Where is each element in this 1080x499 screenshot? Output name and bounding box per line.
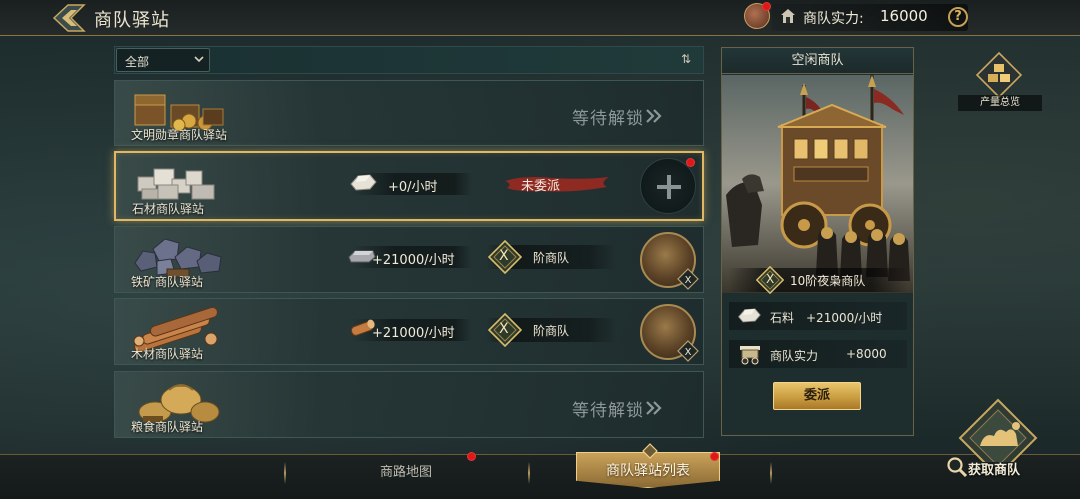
notification-dot	[762, 2, 771, 11]
unassigned-status: 未委派	[521, 179, 561, 194]
station-name: 粮食商队驿站	[131, 420, 204, 434]
tier-label: 阶商队	[533, 251, 570, 265]
svg-text:X: X	[685, 347, 692, 358]
double-chevron-right-icon	[646, 109, 662, 123]
tab-gem-icon	[642, 443, 658, 459]
tier-label: 阶商队	[533, 324, 570, 338]
power-label: 商队实力:	[803, 11, 864, 27]
notification-dot	[710, 452, 719, 461]
sort-icon[interactable]: ⇅	[681, 52, 691, 66]
tier-numeral: X	[499, 248, 509, 264]
notification-dot	[686, 158, 695, 167]
notification-dot	[467, 452, 476, 461]
wagon-icon	[740, 346, 760, 365]
caravan-wagon-illustration	[722, 75, 913, 293]
magnifier-icon	[947, 457, 968, 478]
station-name: 木材商队驿站	[131, 347, 204, 361]
power-value: 16000	[880, 7, 928, 25]
locked-status: 等待解锁	[572, 109, 644, 129]
tab-divider	[528, 462, 530, 484]
production-rate: +0/小时	[388, 180, 438, 195]
tier-x-mini-icon: X	[677, 340, 699, 362]
back-arrow-icon[interactable]	[52, 3, 86, 33]
station-row-medal[interactable]: 文明勋章商队驿站 等待解锁	[114, 80, 704, 146]
station-name: 铁矿商队驿站	[131, 275, 204, 289]
production-rate: +21000/小时	[372, 253, 455, 268]
tab-divider	[770, 462, 772, 484]
house-icon	[781, 9, 795, 23]
stat-label: 石料	[770, 311, 795, 325]
tier-numeral: X	[766, 272, 775, 286]
stone-icon	[350, 174, 377, 191]
help-icon[interactable]: ?	[948, 7, 968, 27]
chevron-down-icon	[194, 56, 204, 63]
stone-icon	[738, 308, 761, 323]
plus-icon	[657, 175, 681, 199]
power-box	[772, 4, 968, 31]
caravan-name: 10阶夜枭商队	[790, 274, 866, 288]
get-caravan-button[interactable]: 获取商队	[968, 459, 1020, 478]
bottom-bar	[0, 454, 1080, 499]
output-overview-icon[interactable]	[976, 52, 1022, 98]
output-overview-label[interactable]: 产量总览	[958, 95, 1042, 111]
tab-trade-route-map[interactable]: 商路地图	[380, 461, 432, 480]
dispatch-button[interactable]: 委派	[773, 382, 861, 410]
camel-emblem-icon[interactable]	[956, 398, 1040, 462]
svg-text:X: X	[685, 275, 692, 286]
tier-numeral: X	[499, 321, 509, 337]
tier-x-mini-icon: X	[677, 268, 699, 290]
stat-value: +21000/小时	[806, 311, 883, 325]
stat-value: +8000	[846, 347, 887, 361]
stat-label: 商队实力	[770, 349, 819, 363]
station-name: 石材商队驿站	[132, 202, 205, 216]
station-name: 文明勋章商队驿站	[131, 128, 228, 142]
panel-title: 空闲商队	[722, 48, 913, 74]
station-row-grain[interactable]: 粮食商队驿站 等待解锁	[114, 371, 704, 438]
production-rate: +21000/小时	[372, 326, 455, 341]
tab-divider	[284, 462, 286, 484]
tab-station-list-label: 商队驿站列表	[606, 463, 690, 479]
page-title: 商队驿站	[94, 10, 170, 31]
locked-status: 等待解锁	[572, 401, 644, 421]
double-chevron-right-icon	[646, 401, 662, 415]
